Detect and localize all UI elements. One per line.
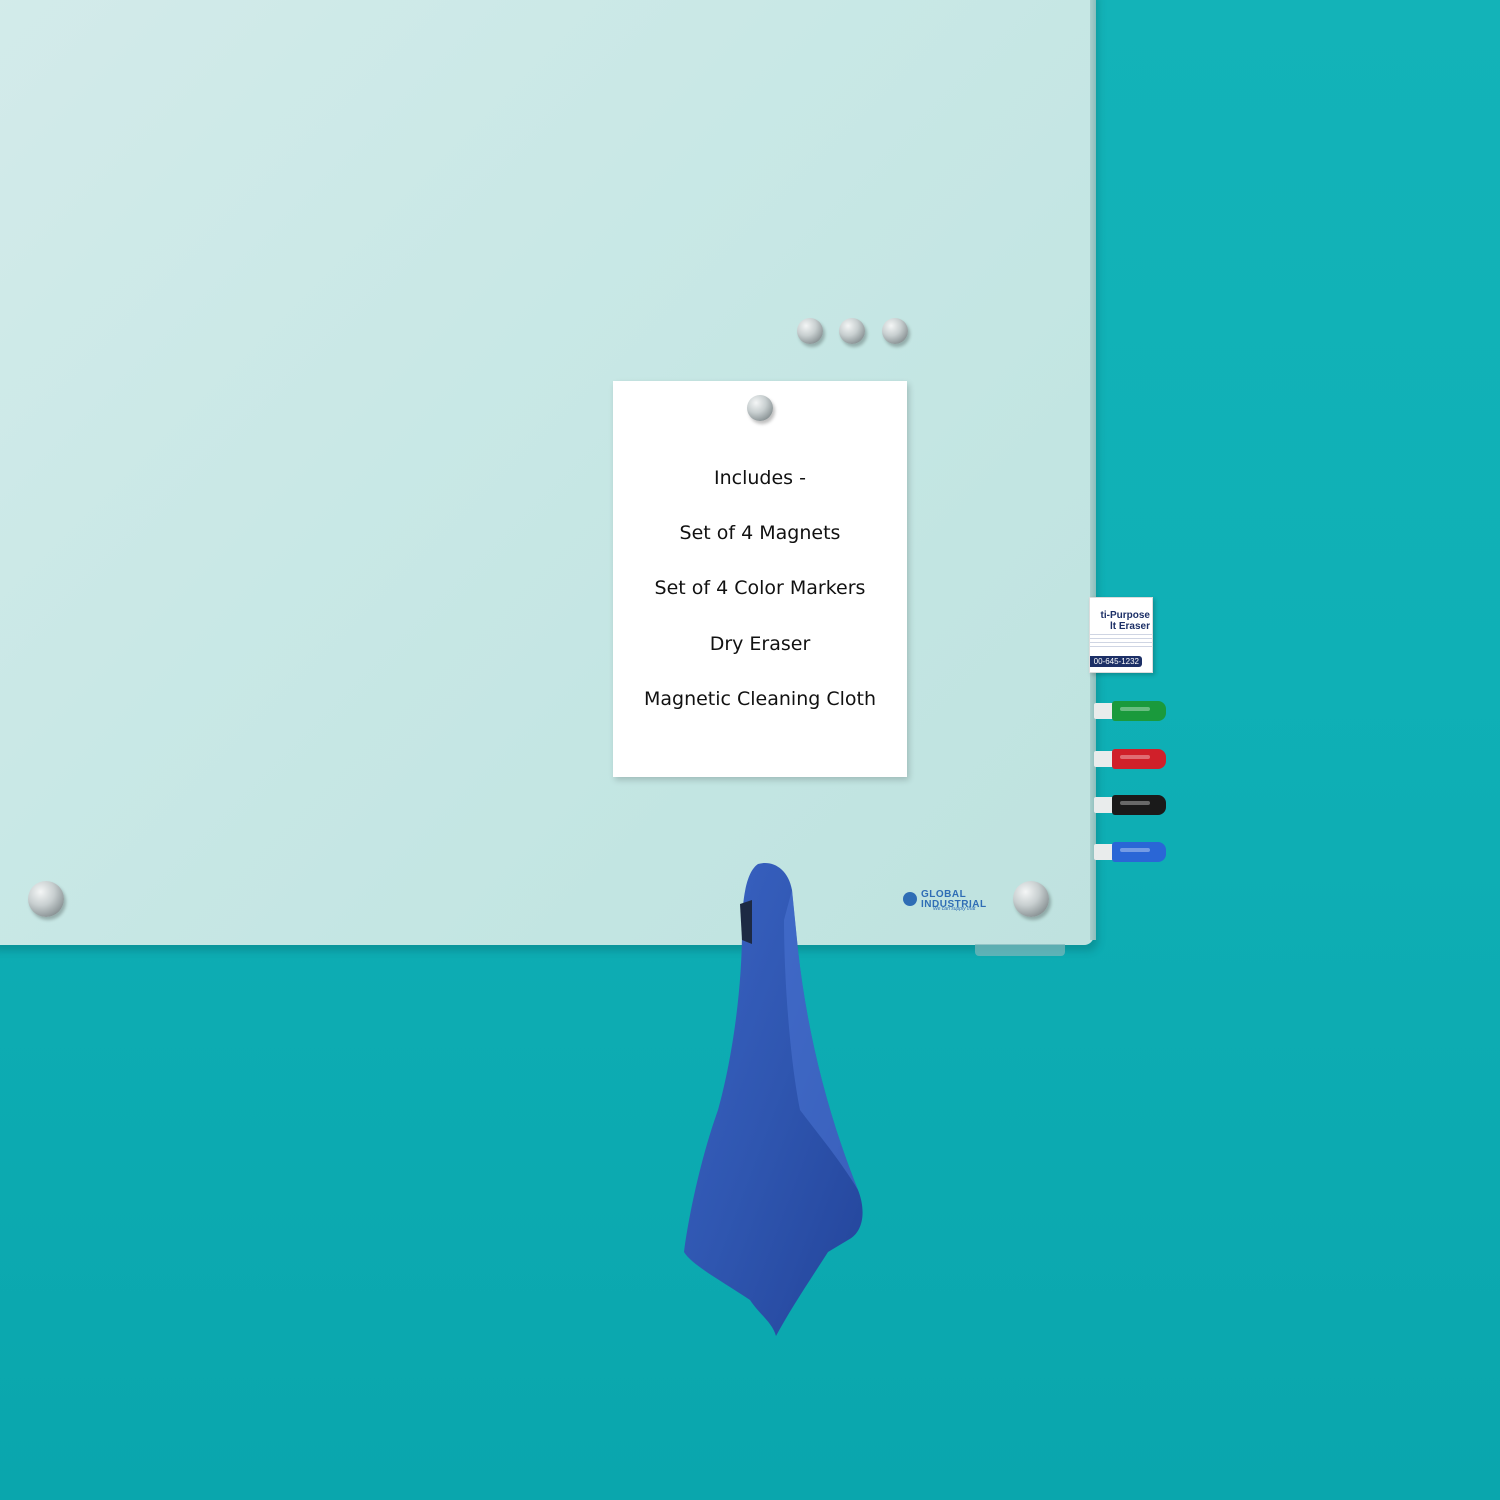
marker-clip <box>1120 755 1150 759</box>
card-magnet[interactable] <box>747 395 773 421</box>
eraser-fine-print <box>1090 634 1152 648</box>
cloth-magnet-tab <box>740 900 752 944</box>
marker-cap <box>1112 701 1166 721</box>
magnet-3[interactable] <box>882 318 908 344</box>
info-card: Includes - Set of 4 Magnets Set of 4 Col… <box>613 381 907 777</box>
board-mount-bracket <box>975 944 1065 956</box>
scene: Includes - Set of 4 Magnets Set of 4 Col… <box>0 0 1500 1500</box>
eraser-title-line2: lt Eraser <box>1109 621 1150 632</box>
marker-cap <box>1112 842 1166 862</box>
magnetic-cleaning-cloth[interactable] <box>680 860 880 1340</box>
marker-green[interactable] <box>1094 701 1170 721</box>
marker-black[interactable] <box>1094 795 1170 815</box>
card-line-markers: Set of 4 Color Markers <box>654 577 866 599</box>
marker-clip <box>1120 848 1150 852</box>
card-line-heading: Includes - <box>714 467 806 489</box>
magnet-1[interactable] <box>797 318 823 344</box>
magnet-2[interactable] <box>839 318 865 344</box>
global-industrial-logo: GLOBAL INDUSTRIAL We can supply that <box>903 890 993 914</box>
standoff-mount-right <box>1013 881 1049 917</box>
logo-tagline: We can supply that <box>933 906 976 912</box>
cloth-body <box>684 863 863 1336</box>
marker-cap <box>1112 795 1166 815</box>
card-line-cloth: Magnetic Cleaning Cloth <box>643 688 877 710</box>
marker-red[interactable] <box>1094 749 1170 769</box>
marker-clip <box>1120 801 1150 805</box>
marker-body <box>1094 844 1114 860</box>
logo-mark-icon <box>903 892 917 906</box>
marker-body <box>1094 797 1114 813</box>
marker-blue[interactable] <box>1094 842 1170 862</box>
card-line-magnets: Set of 4 Magnets <box>679 522 841 544</box>
eraser-title: ti-Purpose lt Eraser <box>1090 610 1152 632</box>
eraser-title-line1: ti-Purpose <box>1100 610 1150 621</box>
standoff-mount-left <box>28 881 64 917</box>
marker-clip <box>1120 707 1150 711</box>
eraser-phone: 00-645-1232 <box>1090 656 1142 667</box>
dry-eraser[interactable]: ti-Purpose lt Eraser 00-645-1232 <box>1089 597 1153 673</box>
marker-body <box>1094 703 1114 719</box>
marker-body <box>1094 751 1114 767</box>
card-line-eraser: Dry Eraser <box>709 633 811 655</box>
glass-whiteboard <box>0 0 1094 945</box>
marker-cap <box>1112 749 1166 769</box>
